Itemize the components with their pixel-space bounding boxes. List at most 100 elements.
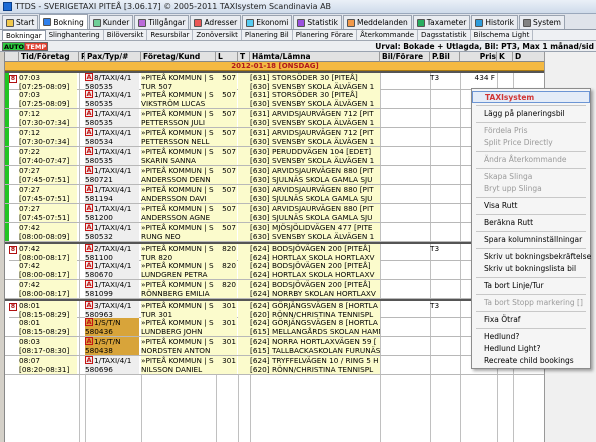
menu-item-skriv-ut-bokningslista-bil[interactable]: Skriv ut bokningslista bil <box>472 263 590 275</box>
subtab-återkommande[interactable]: Återkommande <box>357 30 419 40</box>
column-header[interactable]: P.Bil <box>430 52 460 62</box>
column-header[interactable]: D <box>513 52 544 62</box>
planned-car-cell <box>430 337 460 355</box>
table-row[interactable]: 07:27 [07:45-07:51] A 1/TAXI/4/1 581200 »PITE… <box>5 204 544 223</box>
planned-car-cell-line: T3 <box>430 244 440 253</box>
menu-item-split-price-directly[interactable]: Split Price Directly <box>472 137 590 149</box>
menu-item-hedlund[interactable]: Hedlund? <box>472 331 590 343</box>
tab-meddelanden[interactable]: Meddelanden <box>343 15 412 29</box>
subtab-bokningar[interactable]: Bokningar <box>2 30 46 40</box>
pax-cell: A 1/TAXI/4/1 580535 <box>85 109 139 127</box>
column-header[interactable]: Bil/Förare <box>380 52 430 62</box>
planned-car-cell <box>430 204 460 222</box>
menu-item-fördela-pris[interactable]: Fördela Pris <box>472 125 590 137</box>
pax-cell: A 1/TAXI/4/1 581200 <box>85 204 139 222</box>
tab-historik[interactable]: Historik <box>471 15 518 29</box>
pickup-dropoff-cell-line: [630] SVENSBY SKOLA ÄLVÄGEN 1 <box>250 137 375 146</box>
tab-tillgångar[interactable]: Tillgångar <box>134 15 190 29</box>
table-row[interactable]: 08:07 [08:20-08:31] A 1/TAXI/4/1 580696 »PITE… <box>5 356 544 375</box>
table-row[interactable]: 07:27 [07:45-07:51] A 1/TAXI/4/1 581194 »PITE… <box>5 185 544 204</box>
pax-type: A 1/TAXI/4/1 <box>85 280 139 289</box>
table-row[interactable]: 07:12 [07:30-07:34] A 1/TAXI/4/1 580535 »PITE… <box>5 109 544 128</box>
subtab-resursbilar[interactable]: Resursbilar <box>147 30 194 40</box>
line-cell: 301 <box>216 301 237 319</box>
tab-system[interactable]: System <box>519 15 565 29</box>
menu-item-skapa-slinga[interactable]: Skapa Slinga <box>472 171 590 183</box>
subtab-planering-förare[interactable]: Planering Förare <box>293 30 358 40</box>
column-header[interactable]: K <box>497 52 513 62</box>
tab-label: Statistik <box>307 18 338 27</box>
menu-item-taxisystem[interactable]: TAXIsystem <box>472 91 590 103</box>
table-row[interactable]: 08:01 [08:15-08:29] A 1/S/T/N 580436 »PITEÅ K… <box>5 318 544 337</box>
menu-item-ta-bort-stopp-markering[interactable]: Ta bort Stopp markering [] <box>472 297 590 309</box>
subtab-bilöversikt[interactable]: Bilöversikt <box>104 30 148 40</box>
table-row[interactable]: 8 08:01 [08:15-08:29] A 3/TAXI/4/1 580963 »PIT… <box>5 299 544 319</box>
pax-alert-icon: A <box>85 166 93 174</box>
planned-car-cell: T3 <box>430 244 460 262</box>
table-row[interactable]: 8 07:03 [07:25-08:09] A 8/TAXI/4/1 580535 »PIT… <box>5 71 544 91</box>
tab-start[interactable]: Start <box>2 15 39 29</box>
table-row[interactable]: 07:22 [07:40-07:47] A 1/TAXI/4/1 580535 »PITE… <box>5 147 544 166</box>
pickup-dropoff-cell-line: [620] RÖNN/CHRISTINA TENNISPL <box>250 365 374 374</box>
temp-badge[interactable]: TEMP <box>24 42 49 51</box>
table-row[interactable]: 07:42 [08:00-08:17] A 1/TAXI/4/1 581099 »PITE… <box>5 280 544 299</box>
table-row[interactable]: 07:27 [07:45-07:51] A 1/TAXI/4/1 580721 »PITE… <box>5 166 544 185</box>
menu-item-ta-bort-linje-tur[interactable]: Ta bort Linje/Tur <box>472 280 590 292</box>
pax-type-text: 2/TAXI/4/1 <box>94 244 132 253</box>
subtab-slinghantering[interactable]: Slinghantering <box>46 30 104 40</box>
table-row[interactable]: 07:42 [08:00-08:09] A 1/TAXI/4/1 580532 »PITE… <box>5 223 544 242</box>
table-row[interactable]: 08:03 [08:17-08:30] A 1/S/T/N 580438 »PITEÅ K… <box>5 337 544 356</box>
column-header[interactable]: Pris <box>460 52 497 62</box>
pickup-dropoff-cell: [624] BODSJÖVÄGEN 200 [PITEÅ] [624] HORTL… <box>250 261 380 279</box>
company-customer-cell: »PITEÅ KOMMUN | S ANDERSSON DAVI <box>141 185 216 203</box>
time-cell: 07:42 [08:00-08:09] <box>19 223 77 241</box>
tab-adresser[interactable]: Adresser <box>190 15 242 29</box>
auto-badge[interactable]: AUTO <box>2 42 27 51</box>
menu-item-hedlund-light[interactable]: Hedlund Light? <box>472 343 590 355</box>
pax-type-text: 1/TAXI/4/1 <box>94 90 132 99</box>
menu-item-spara-kolumninställningar[interactable]: Spara kolumninställningar <box>472 234 590 246</box>
line-cell: 301 <box>216 356 237 374</box>
pax-type: A 1/TAXI/4/1 <box>85 185 139 194</box>
line-cell: 507 <box>216 147 237 165</box>
car-driver-cell <box>380 301 430 319</box>
column-header[interactable]: Företag/Kund <box>141 52 216 62</box>
type-cell <box>238 337 250 355</box>
menu-item-ändra-återkommande[interactable]: Ändra Återkommande <box>472 154 590 166</box>
subtab-zonöversikt[interactable]: Zonöversikt <box>193 30 242 40</box>
menu-item-skriv-ut-bokningsbekräftelse[interactable]: Skriv ut bokningsbekräftelse <box>472 251 591 263</box>
time-cell-line: [07:25-08:09] <box>19 99 70 108</box>
table-row[interactable]: 8 07:42 [08:00-08:17] A 2/TAXI/4/1 581100 »PIT… <box>5 242 544 262</box>
menu-item-fixa-ötraf[interactable]: Fixa Ötraf <box>472 314 590 326</box>
pax-cell: A 8/TAXI/4/1 580535 <box>85 73 139 91</box>
table-row[interactable]: 07:03 [07:25-08:09] A 1/TAXI/4/1 580535 »PITE… <box>5 90 544 109</box>
tab-kunder[interactable]: Kunder <box>88 15 134 29</box>
booking-number: 580696 <box>85 365 113 374</box>
tab-statistik[interactable]: Statistik <box>293 15 342 29</box>
pax-alert-icon: A <box>85 356 93 364</box>
menu-item-recreate-child-bookings[interactable]: Recreate child bookings <box>472 355 590 367</box>
line-cell-line: 507 <box>222 128 236 137</box>
subtab-dagsstatistik[interactable]: Dagsstatistik <box>418 30 471 40</box>
subtab-bilschema-light[interactable]: Bilschema Light <box>471 30 534 40</box>
menu-item-lägg-på-planeringsbil[interactable]: Lägg på planeringsbil <box>472 108 590 120</box>
menu-item-bryt-upp-slinga[interactable]: Bryt upp Slinga <box>472 183 590 195</box>
table-row[interactable]: 07:12 [07:30-07:34] A 1/TAXI/4/1 580534 »PITE… <box>5 128 544 147</box>
menu-item-beräkna-rutt[interactable]: Beräkna Rutt <box>472 217 590 229</box>
subtab-planering-bil[interactable]: Planering Bil <box>242 30 293 40</box>
column-header[interactable]: L <box>216 52 238 62</box>
column-header[interactable]: Hämta/Lämna <box>250 52 380 62</box>
time-cell-line: [08:00-08:09] <box>19 232 70 241</box>
column-header[interactable]: T <box>238 52 250 62</box>
time-cell-line: 07:03 <box>19 73 41 82</box>
tab-taxameter[interactable]: Taxameter <box>412 15 471 29</box>
table-row[interactable]: 07:42 [08:00-08:17] A 1/TAXI/4/1 580670 »PITE… <box>5 261 544 280</box>
status-strip <box>5 261 9 279</box>
tab-bokning[interactable]: Bokning <box>39 14 88 29</box>
company-customer-cell-line: »PITEÅ KOMMUN | S <box>141 301 214 310</box>
line-cell-line: 820 <box>222 261 236 270</box>
menu-item-visa-rutt[interactable]: Visa Rutt <box>472 200 590 212</box>
column-header[interactable]: Pax/Typ/# <box>85 52 141 62</box>
column-header[interactable]: Tid/Företag <box>19 52 79 62</box>
tab-ekonomi[interactable]: Ekonomi <box>242 15 293 29</box>
